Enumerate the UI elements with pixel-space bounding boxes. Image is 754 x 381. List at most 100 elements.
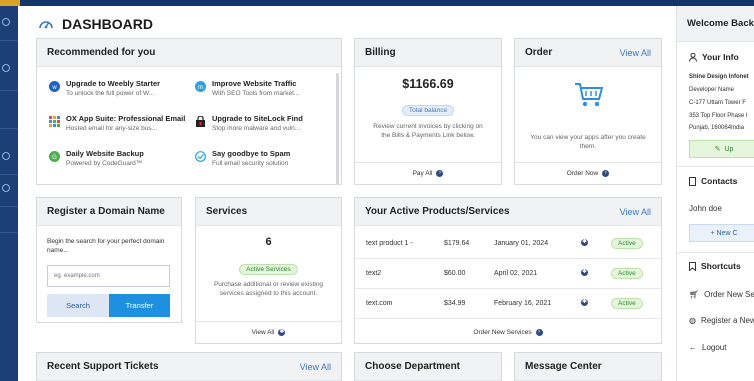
billing-card: Billing $1166.69 Total balance Review cu… (354, 38, 502, 185)
table-row[interactable]: text.com $34.99 February 16, 2021 ✱ Acti… (355, 289, 661, 319)
support-tickets-card: Recent Support Tickets View All (36, 352, 342, 381)
arrow-right-icon: › (602, 170, 610, 177)
arrow-right-icon: › (535, 328, 543, 336)
status-badge: Active (611, 298, 643, 309)
transfer-button[interactable]: Transfer (109, 294, 170, 317)
nav-icon-2[interactable] (2, 64, 10, 72)
codeguard-icon: G (49, 151, 60, 162)
svg-text:m: m (198, 85, 203, 91)
shortcut-register-domain[interactable]: ◍ Register a New (689, 316, 754, 325)
nav-divider (0, 174, 18, 175)
rec-item-backup[interactable]: G Daily Website Backup Powered by CodeGua… (49, 149, 189, 168)
product-name: text2 (366, 270, 382, 277)
billing-title: Billing (365, 47, 396, 58)
support-view-all-link[interactable]: View All (300, 362, 331, 372)
contact-name[interactable]: John doe (689, 204, 722, 213)
gear-icon: ✱ (278, 329, 286, 336)
rec-item-title: Improve Website Traffic (212, 79, 297, 88)
product-price: $179.64 (444, 240, 470, 247)
user-icon (689, 52, 697, 62)
product-date: January 01, 2024 (494, 240, 549, 247)
recommended-title: Recommended for you (47, 47, 156, 58)
nav-icon-4[interactable] (2, 184, 10, 192)
recommended-scrollbar[interactable] (336, 73, 339, 184)
contacts-heading: Contacts (689, 176, 737, 186)
rec-item-desc: Full email security solution (212, 160, 289, 167)
order-desc: You can view your apps after you create … (530, 134, 646, 150)
order-view-all-link[interactable]: View All (620, 48, 651, 58)
contacts-label: Contacts (701, 176, 738, 186)
message-center-card: Message Center (514, 352, 662, 381)
order-new-services-button[interactable]: Order New Services › (355, 321, 661, 343)
rec-item-title: Say goodbye to Spam (212, 149, 291, 158)
services-view-all-label: View All (251, 329, 275, 336)
rec-item-title: Upgrade to SiteLock Find (212, 114, 303, 123)
gear-icon[interactable]: ✱ (581, 299, 588, 306)
update-label: Up (724, 145, 734, 153)
divider (677, 252, 754, 253)
order-now-label: Order Now (566, 170, 599, 177)
product-date: April 02, 2021 (494, 270, 538, 277)
bookmark-icon (689, 261, 696, 271)
spam-filter-icon (195, 151, 206, 162)
nav-divider (0, 232, 18, 233)
shortcut-order-new-services[interactable]: 🛒︎ Order New Se (689, 290, 754, 299)
order-title: Order (525, 47, 553, 58)
svg-text:w: w (51, 85, 57, 91)
address-line: Punjab, 160064India (689, 125, 745, 131)
shopping-cart-icon (575, 83, 604, 107)
domain-title: Register a Domain Name (47, 206, 165, 217)
update-button[interactable]: ✎ Up (689, 140, 754, 158)
svg-text:G: G (52, 155, 57, 161)
shortcut-label: Register a New (700, 316, 754, 325)
nav-divider (0, 40, 18, 41)
shortcut-label: Logout (702, 343, 727, 352)
order-now-button[interactable]: Order Now › (515, 162, 661, 184)
new-contact-button[interactable]: + New C (689, 224, 754, 242)
order-new-services-label: Order New Services (473, 328, 532, 336)
pencil-icon: ✎ (714, 146, 721, 153)
nav-icon-1[interactable] (2, 18, 10, 26)
rec-item-desc: Stop more malware and vuln... (212, 125, 301, 132)
globe-icon: ◍ (689, 316, 696, 325)
your-info-heading: Your Info (689, 52, 739, 62)
gear-icon[interactable]: ✱ (581, 239, 588, 246)
pay-all-button[interactable]: Pay All › (355, 162, 501, 184)
rec-item-spam[interactable]: Say goodbye to Spam Full email security s… (195, 149, 335, 168)
domain-prompt: Begin the search for your perfect domain… (47, 238, 165, 254)
marketgoo-icon: m (195, 81, 206, 92)
shortcut-logout[interactable]: ← Logout (689, 343, 726, 352)
department-card: Choose Department (354, 352, 502, 381)
pay-all-label: Pay All (412, 170, 433, 177)
contact-card-icon (689, 176, 696, 186)
ox-app-suite-icon (49, 116, 60, 127)
table-row[interactable]: text2 $60.00 April 02, 2021 ✱ Active (355, 259, 661, 289)
order-card: Order View All You can view your apps aft… (514, 38, 662, 185)
search-button[interactable]: Search (47, 294, 109, 317)
rec-item-weebly[interactable]: w Upgrade to Weebly Starter To unlock the… (49, 79, 189, 98)
main-content: DASHBOARD Recommended for you w Upgrade … (18, 6, 676, 381)
address-line: 353 Top Floor Phase I (689, 113, 748, 119)
page-title: DASHBOARD (38, 14, 153, 34)
product-name: text.com (366, 300, 393, 307)
shortcuts-heading: Shortcuts (689, 261, 741, 271)
gear-icon[interactable]: ✱ (581, 269, 588, 276)
domain-card: Register a Domain Name Begin the search … (36, 197, 182, 323)
table-row[interactable]: text product 1 - $179.64 January 01, 202… (355, 229, 661, 259)
rec-item-desc: Powered by CodeGuard™ (66, 160, 143, 167)
rec-item-ox-app[interactable]: OX App Suite: Professional Email Hosted e… (49, 114, 189, 133)
rec-item-desc: To unlock the full power of W... (66, 90, 155, 97)
nav-icon-3[interactable] (2, 152, 10, 160)
rec-item-sitelock[interactable]: Upgrade to SiteLock Find Stop more malwar… (195, 114, 335, 133)
sitelock-icon (196, 116, 205, 127)
services-desc: Purchase additional or review existing s… (213, 281, 324, 297)
domain-search-input[interactable] (47, 265, 170, 287)
company-name: Shine Design Infonet (689, 74, 749, 80)
products-view-all-link[interactable]: View All (620, 207, 651, 217)
address-line: C-177 Uttam Tower F (689, 100, 746, 106)
rec-item-title: Daily Website Backup (66, 149, 144, 158)
nav-divider (0, 90, 18, 91)
services-view-all-button[interactable]: View All ✱ (196, 321, 341, 343)
services-count: 6 (265, 236, 272, 248)
rec-item-seo[interactable]: m Improve Website Traffic With SEO Tools … (195, 79, 335, 98)
